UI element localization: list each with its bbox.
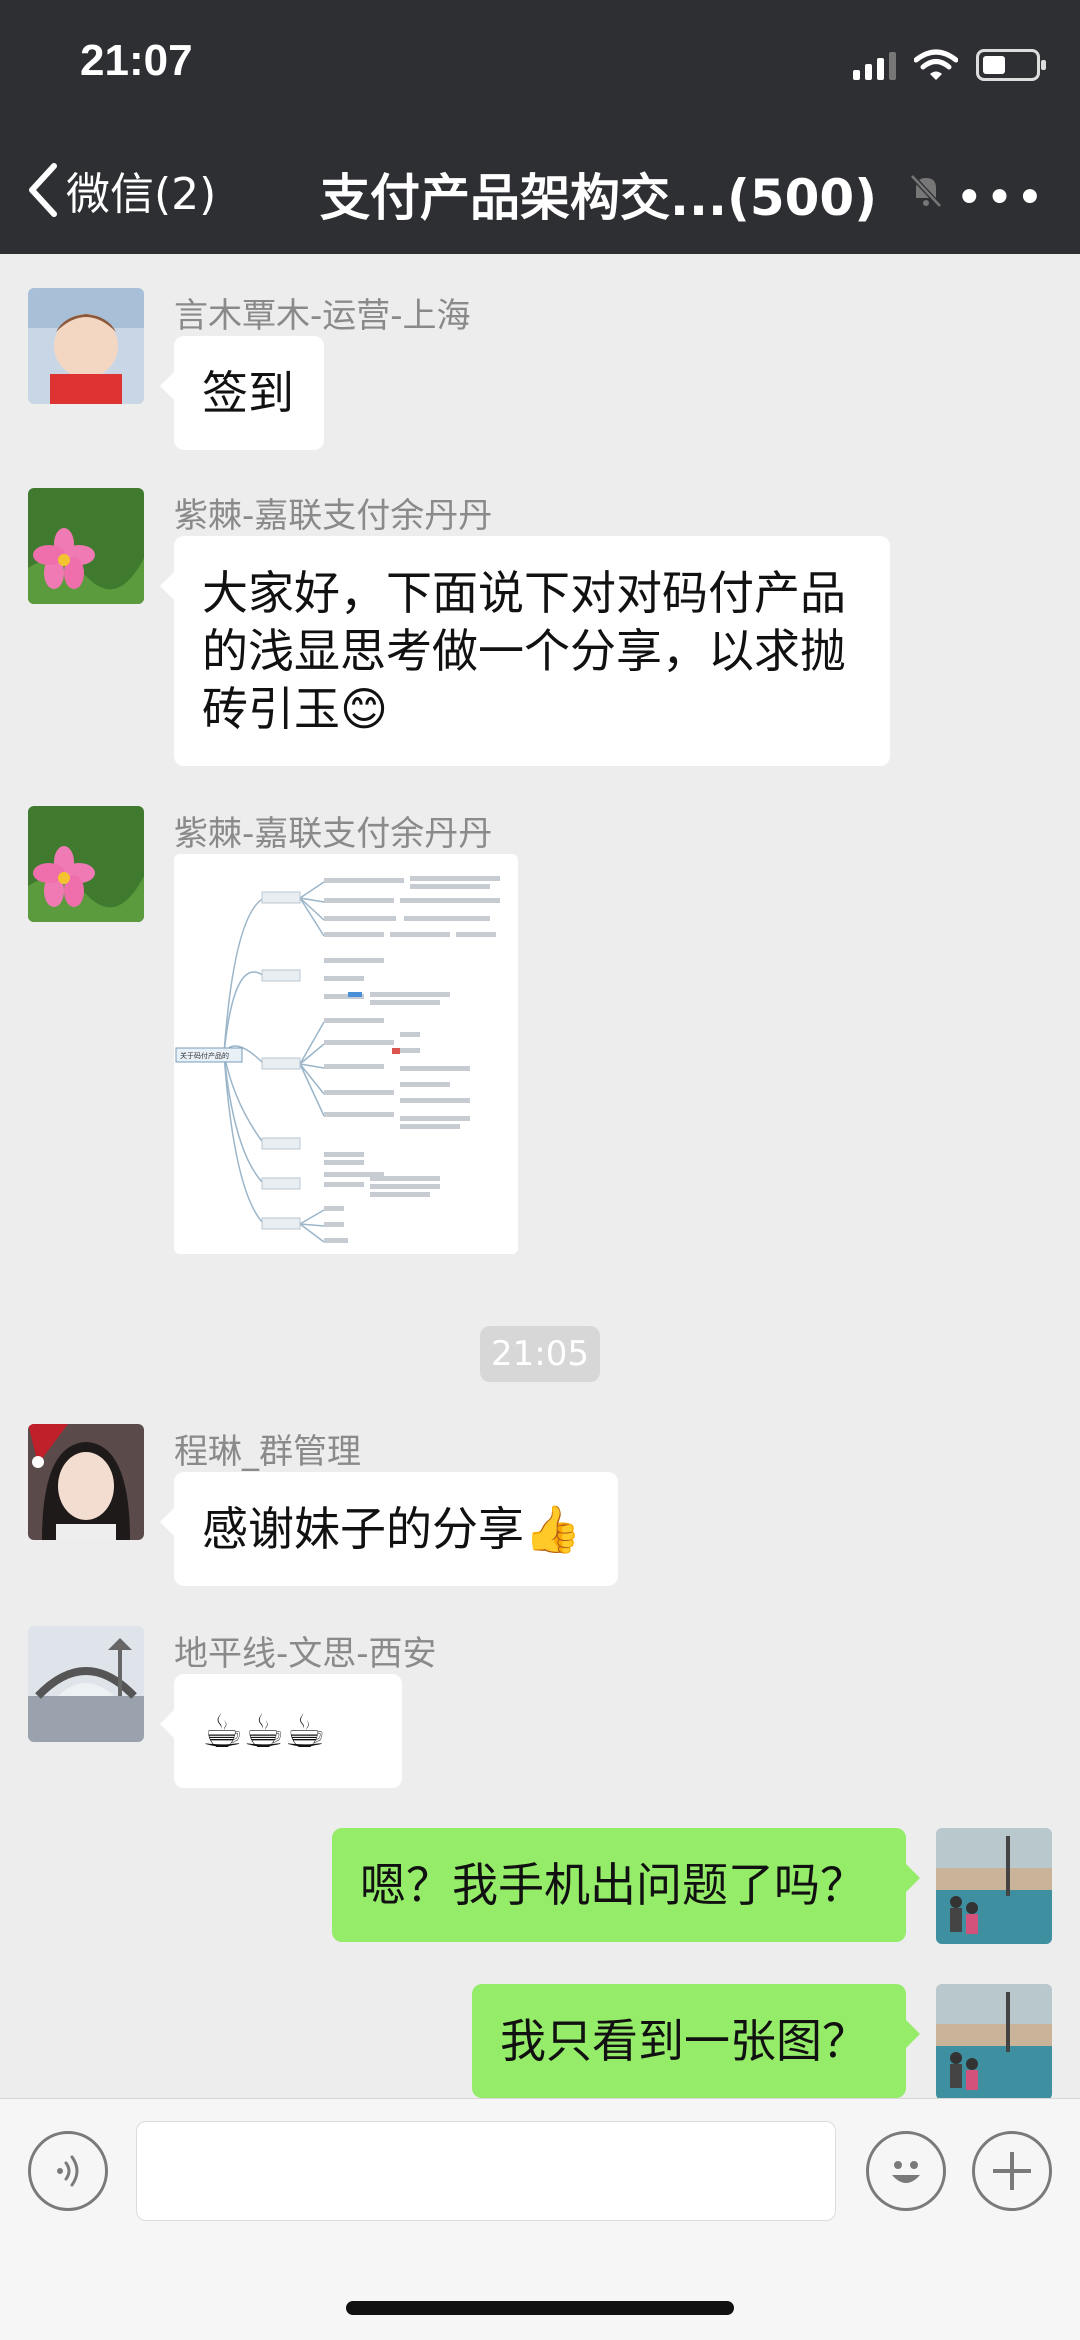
plus-icon bbox=[993, 2152, 1031, 2190]
sender-name: 紫棘-嘉联支付余丹丹 bbox=[174, 814, 493, 854]
voice-icon bbox=[57, 2155, 79, 2187]
own-avatar[interactable] bbox=[936, 1984, 1052, 2098]
message-text: 嗯？我手机出问题了吗？ bbox=[360, 1858, 866, 1912]
message-text: 我只看到一张图？ bbox=[500, 2014, 868, 2068]
avatar[interactable] bbox=[28, 288, 144, 404]
emoji-button[interactable] bbox=[866, 2131, 946, 2211]
chat-title: 支付产品架构交...(500) bbox=[320, 169, 878, 227]
cellular-signal-icon bbox=[853, 50, 896, 80]
chevron-left-icon bbox=[29, 163, 57, 217]
message-bubble[interactable]: 签到 bbox=[160, 336, 324, 450]
mindmap-image: 关于码付产品的 bbox=[174, 854, 518, 1254]
message-text: 感谢妹子的分享👍 bbox=[202, 1502, 582, 1556]
chat-messages[interactable]: 言木覃木-运营-上海 签到 紫棘-嘉联支付余丹丹 大家好，下面说下对对码付产品 … bbox=[0, 254, 1080, 2098]
battery-icon bbox=[976, 49, 1046, 81]
message-text: 签到 bbox=[202, 366, 294, 420]
more-options-icon[interactable]: ••• bbox=[955, 170, 1046, 226]
mindmap-root-label: 关于码付产品的 bbox=[180, 1051, 229, 1060]
wifi-icon bbox=[914, 49, 958, 80]
sender-name: 紫棘-嘉联支付余丹丹 bbox=[174, 496, 493, 536]
input-bar bbox=[0, 2098, 1080, 2340]
message-input[interactable] bbox=[136, 2121, 836, 2221]
message-bubble[interactable]: ☕☕☕ bbox=[160, 1674, 402, 1788]
avatar[interactable] bbox=[28, 806, 144, 922]
sender-name: 程琳_群管理 bbox=[174, 1432, 361, 1472]
timestamp-chip: 21:05 bbox=[480, 1326, 600, 1382]
message-text: ☕☕☕ bbox=[202, 1704, 326, 1758]
own-message-bubble[interactable]: 嗯？我手机出问题了吗？ bbox=[332, 1828, 920, 1942]
avatar[interactable] bbox=[28, 488, 144, 604]
more-functions-button[interactable] bbox=[972, 2131, 1052, 2211]
message-text-line: 的浅显思考做一个分享，以求抛 bbox=[202, 624, 846, 678]
back-button[interactable]: 微信(2) bbox=[26, 158, 216, 222]
sender-name: 地平线-文思-西安 bbox=[174, 1634, 437, 1674]
message-text-line: 砖引玉😊 bbox=[202, 682, 388, 736]
mute-bell-icon bbox=[910, 174, 942, 208]
back-label: 微信(2) bbox=[66, 169, 217, 220]
home-indicator[interactable] bbox=[346, 2301, 734, 2315]
mindmap-image-message[interactable]: 关于码付产品的 bbox=[174, 854, 518, 1254]
status-time: 21:07 bbox=[80, 36, 193, 85]
message-text-line: 大家好，下面说下对对码付产品 bbox=[202, 566, 846, 620]
smiley-icon bbox=[892, 2161, 920, 2183]
voice-button[interactable] bbox=[28, 2131, 108, 2211]
avatar[interactable] bbox=[28, 1626, 144, 1742]
own-avatar[interactable] bbox=[936, 1828, 1052, 1944]
own-message-bubble[interactable]: 我只看到一张图？ bbox=[472, 1984, 920, 2098]
status-icons bbox=[853, 48, 1046, 82]
sender-name: 言木覃木-运营-上海 bbox=[174, 296, 471, 336]
message-bubble[interactable]: 大家好，下面说下对对码付产品 的浅显思考做一个分享，以求抛 砖引玉😊 bbox=[160, 536, 890, 766]
message-bubble[interactable]: 感谢妹子的分享👍 bbox=[160, 1472, 618, 1586]
chat-header: 21:07 微信(2) 支付产品架构交...(500) ••• bbox=[0, 0, 1080, 254]
avatar[interactable] bbox=[28, 1424, 144, 1540]
